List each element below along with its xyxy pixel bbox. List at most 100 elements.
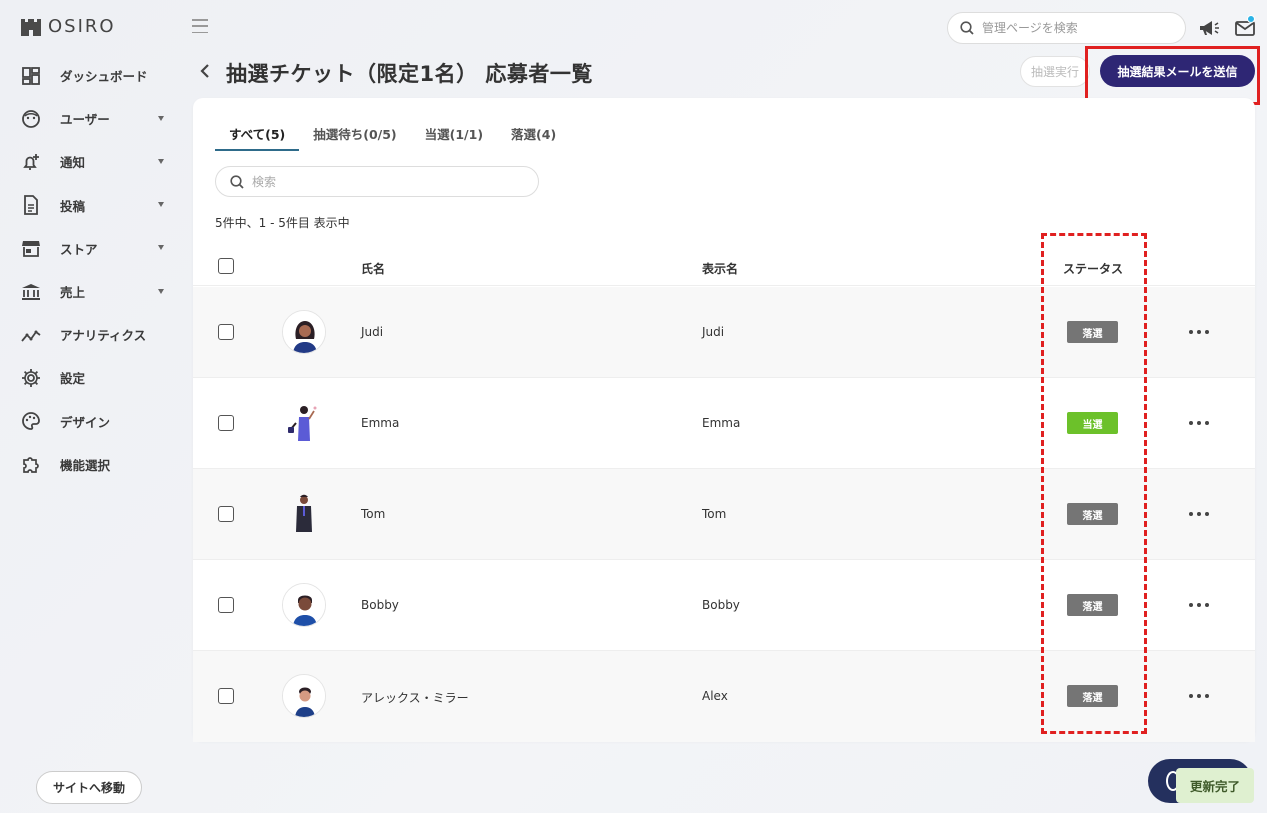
update-complete-toast: 更新完了: [1176, 768, 1254, 803]
go-to-site-button[interactable]: サイトへ移動: [36, 771, 142, 804]
avatar: [282, 401, 326, 445]
column-header-name[interactable]: 氏名: [361, 260, 385, 277]
avatar-illustration: [283, 675, 325, 717]
table-row[interactable]: Tom Tom 落選: [193, 469, 1255, 560]
row-checkbox[interactable]: [218, 597, 234, 613]
sidebar-item-label: ダッシュボード: [60, 69, 148, 85]
sidebar-item-notifications[interactable]: 通知: [20, 140, 170, 183]
back-chevron-icon[interactable]: [198, 60, 212, 82]
list-search-input[interactable]: [252, 174, 522, 189]
column-header-display-name[interactable]: 表示名: [702, 260, 738, 277]
caret-down-icon: [158, 288, 164, 294]
table-row[interactable]: Emma Emma 当選: [193, 378, 1255, 469]
sidebar-item-label: アナリティクス: [60, 328, 147, 344]
avatar-illustration: [283, 311, 325, 353]
sidebar-item-users[interactable]: ユーザー: [20, 97, 170, 140]
list-search-bar[interactable]: [215, 166, 539, 197]
sidebar-item-label: デザイン: [60, 414, 111, 430]
caret-down-icon: [158, 202, 164, 208]
bank-icon: [20, 281, 42, 303]
sidebar-item-features[interactable]: 機能選択: [20, 443, 170, 486]
sidebar-nav: ダッシュボード ユーザー 通知 投稿 ストア 売上 アナリティクス 設定 デザイ…: [20, 54, 170, 486]
tab-lost[interactable]: 落選(4): [497, 122, 570, 151]
sidebar-item-label: ストア: [60, 241, 98, 257]
menu-toggle-icon[interactable]: [192, 19, 208, 33]
sidebar-item-label: ユーザー: [60, 112, 110, 128]
cell-name: Tom: [361, 507, 386, 521]
megaphone-icon[interactable]: [1198, 18, 1220, 38]
more-actions-icon[interactable]: [1189, 506, 1209, 522]
sidebar-item-sales[interactable]: 売上: [20, 270, 170, 313]
puzzle-icon: [20, 453, 42, 475]
more-actions-icon[interactable]: [1189, 597, 1209, 613]
notification-dot: [1247, 15, 1255, 23]
admin-search-input[interactable]: [982, 21, 1172, 35]
row-checkbox[interactable]: [218, 324, 234, 340]
logo-text: OSIRO: [48, 16, 116, 37]
avatar: [282, 674, 326, 718]
avatar-illustration: [283, 584, 325, 626]
analytics-icon: [20, 324, 42, 346]
run-lottery-button[interactable]: 抽選実行: [1020, 56, 1090, 87]
tab-won[interactable]: 当選(1/1): [411, 122, 497, 151]
store-icon: [20, 237, 42, 259]
row-checkbox[interactable]: [218, 506, 234, 522]
cell-name: Bobby: [361, 598, 399, 612]
select-all-checkbox[interactable]: [218, 258, 234, 274]
status-badge: 落選: [1067, 685, 1118, 707]
avatar: [282, 310, 326, 354]
user-face-icon: [20, 108, 42, 130]
column-header-status[interactable]: ステータス: [1063, 260, 1123, 277]
sidebar-item-label: 通知: [60, 155, 86, 171]
tab-pending[interactable]: 抽選待ち(0/5): [299, 122, 410, 151]
table-row[interactable]: アレックス・ミラー Alex 落選: [193, 651, 1255, 742]
dashboard-icon: [20, 65, 42, 87]
cell-display-name: Emma: [702, 416, 741, 430]
admin-search-bar[interactable]: [947, 12, 1186, 44]
sidebar-item-settings[interactable]: 設定: [20, 356, 170, 399]
sidebar-item-design[interactable]: デザイン: [20, 400, 170, 443]
row-checkbox[interactable]: [218, 415, 234, 431]
castle-logo-icon: [21, 18, 41, 36]
sidebar-item-label: 設定: [60, 371, 86, 387]
status-badge: 落選: [1067, 321, 1118, 343]
more-actions-icon[interactable]: [1189, 415, 1209, 431]
cell-display-name: Tom: [702, 507, 727, 521]
table-row[interactable]: Bobby Bobby 落選: [193, 560, 1255, 651]
app-logo[interactable]: OSIRO: [20, 16, 116, 37]
result-count: 5件中、1 - 5件目 表示中: [215, 216, 350, 230]
filter-tabs: すべて(5) 抽選待ち(0/5) 当選(1/1) 落選(4): [215, 122, 570, 151]
search-icon: [230, 174, 244, 189]
tab-all[interactable]: すべて(5): [215, 122, 300, 151]
palette-icon: [20, 410, 42, 432]
sidebar-item-label: 投稿: [60, 198, 86, 214]
search-icon: [960, 21, 974, 35]
bell-plus-icon: [20, 151, 42, 173]
status-badge: 落選: [1067, 594, 1118, 616]
avatar: [282, 583, 326, 627]
table-header: 氏名 表示名 ステータス: [193, 248, 1255, 286]
gear-icon: [20, 367, 42, 389]
document-icon: [20, 194, 42, 216]
cell-display-name: Alex: [702, 689, 728, 703]
caret-down-icon: [158, 115, 164, 121]
table-row[interactable]: Judi Judi 落選: [193, 287, 1255, 378]
status-badge: 落選: [1067, 503, 1118, 525]
more-actions-icon[interactable]: [1189, 688, 1209, 704]
send-result-email-button[interactable]: 抽選結果メールを送信: [1100, 55, 1255, 87]
applicants-card: すべて(5) 抽選待ち(0/5) 当選(1/1) 落選(4) 5件中、1 - 5…: [193, 98, 1255, 742]
row-checkbox[interactable]: [218, 688, 234, 704]
sidebar-item-store[interactable]: ストア: [20, 227, 170, 270]
cell-display-name: Judi: [702, 325, 725, 339]
cell-name: Emma: [361, 416, 400, 430]
sidebar-item-dashboard[interactable]: ダッシュボード: [20, 54, 170, 97]
avatar-illustration: [282, 401, 326, 445]
more-actions-icon[interactable]: [1189, 324, 1209, 340]
cell-name: アレックス・ミラー: [361, 691, 469, 705]
sidebar-item-posts[interactable]: 投稿: [20, 184, 170, 227]
sidebar-item-label: 機能選択: [60, 457, 111, 473]
sidebar-item-label: 売上: [60, 285, 86, 301]
status-badge: 当選: [1067, 412, 1118, 434]
avatar: [282, 492, 326, 536]
sidebar-item-analytics[interactable]: アナリティクス: [20, 313, 170, 356]
